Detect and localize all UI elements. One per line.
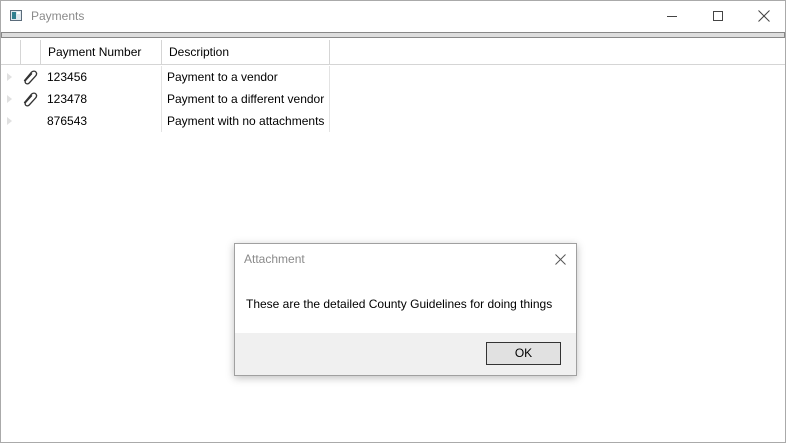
header-expander-column [1, 40, 21, 64]
table-row[interactable]: 123478 Payment to a different vendor [1, 88, 331, 110]
header-attachment-column [21, 40, 41, 64]
maximize-button[interactable] [695, 1, 741, 32]
attachment-dialog: Attachment These are the detailed County… [234, 243, 577, 376]
triangle-right-icon [7, 95, 12, 103]
payment-number-cell[interactable]: 876543 [41, 110, 162, 132]
description-cell[interactable]: Payment to a different vendor [162, 88, 330, 110]
close-icon [758, 10, 770, 22]
window-title: Payments [31, 9, 85, 23]
maximize-icon [713, 11, 723, 21]
table-row[interactable]: 123456 Payment to a vendor [1, 66, 331, 88]
paperclip-icon [23, 70, 38, 85]
row-expander[interactable] [1, 66, 21, 88]
description-cell[interactable]: Payment with no attachments [162, 110, 330, 132]
ok-button[interactable]: OK [486, 342, 561, 365]
title-bar[interactable]: Payments [1, 1, 785, 32]
attachment-cell[interactable] [21, 88, 41, 110]
minimize-button[interactable] [649, 1, 695, 32]
dialog-message: These are the detailed County Guidelines… [246, 297, 553, 311]
attachment-cell[interactable] [21, 110, 41, 132]
row-expander[interactable] [1, 88, 21, 110]
table-row[interactable]: 876543 Payment with no attachments [1, 110, 331, 132]
app-window-icon [10, 10, 22, 21]
payments-grid: Payment Number Description 123456 Paymen… [1, 40, 785, 440]
dialog-title: Attachment [244, 252, 305, 266]
dialog-close-button[interactable] [547, 246, 575, 272]
paperclip-icon [23, 92, 38, 107]
toolbar-strip [1, 32, 785, 38]
attachment-cell[interactable] [21, 66, 41, 88]
row-expander[interactable] [1, 110, 21, 132]
column-header-description[interactable]: Description [162, 40, 330, 64]
grid-header: Payment Number Description [1, 40, 785, 65]
description-cell[interactable]: Payment to a vendor [162, 66, 330, 88]
payment-number-cell[interactable]: 123456 [41, 66, 162, 88]
dialog-footer: OK [235, 333, 576, 375]
close-button[interactable] [741, 1, 785, 32]
payment-number-cell[interactable]: 123478 [41, 88, 162, 110]
close-icon [555, 254, 566, 265]
triangle-right-icon [7, 73, 12, 81]
minimize-icon [667, 16, 677, 17]
triangle-right-icon [7, 117, 12, 125]
column-header-payment-number[interactable]: Payment Number [41, 40, 162, 64]
payments-window: Payments Payment Number Description 1234… [0, 0, 786, 443]
